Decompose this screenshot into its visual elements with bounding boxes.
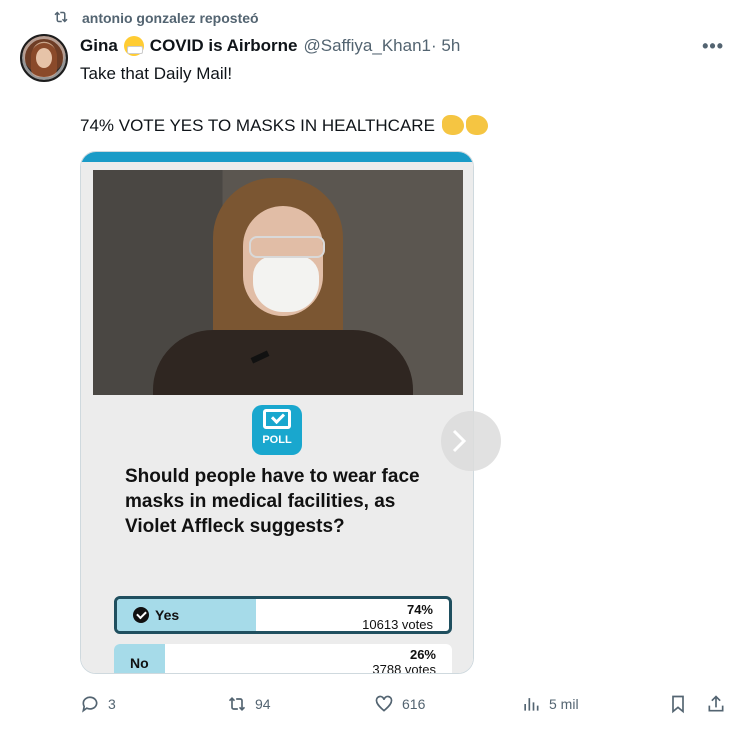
poll-option-votes: 10613 votes	[362, 617, 433, 632]
heart-icon	[375, 695, 393, 712]
repost-button[interactable]: 94	[227, 690, 271, 718]
timestamp[interactable]: · 5h	[431, 36, 460, 56]
reply-count: 3	[108, 696, 116, 712]
repost-banner[interactable]: antonio gonzalez reposteó	[52, 8, 259, 28]
tweet-text: Take that Daily Mail! 74% VOTE YES TO MA…	[80, 63, 488, 137]
poll-question: Should people have to wear face masks in…	[125, 466, 420, 537]
tweet-line-2-text: 74% VOTE YES TO MASKS IN HEALTHCARE	[80, 116, 435, 135]
repost-text: antonio gonzalez reposteó	[82, 10, 259, 26]
next-media-button[interactable]	[441, 411, 501, 471]
repost-icon	[228, 696, 246, 712]
media-card[interactable]: POLL Should people have to wear face mas…	[80, 151, 474, 674]
check-circle-icon	[133, 607, 149, 623]
like-count: 616	[402, 696, 426, 712]
poll-option-votes: 3788 votes	[372, 662, 436, 674]
repost-count: 94	[255, 696, 271, 712]
poll-option-label: Yes	[155, 607, 180, 623]
reply-button[interactable]: 3	[80, 690, 116, 718]
poll-option-label: No	[130, 655, 149, 671]
chevron-right-icon	[452, 429, 467, 453]
tweet-line-1: Take that Daily Mail!	[80, 64, 233, 83]
poll-icon-label: POLL	[262, 434, 292, 446]
views-button[interactable]: 5 mil	[521, 690, 579, 718]
share-button[interactable]	[706, 690, 726, 718]
views-count: 5 mil	[549, 696, 579, 712]
avatar[interactable]	[20, 34, 68, 82]
poll-option-percent: 26%	[409, 647, 436, 662]
clapping-hands-icon	[465, 115, 488, 135]
poll-option-percent: 74%	[406, 602, 433, 617]
mask-emoji-icon	[123, 36, 144, 56]
views-icon	[524, 698, 539, 711]
tweet-header: Gina COVID is Airborne @Saffiya_Khan1 · …	[80, 36, 460, 56]
poll-option-yes[interactable]: Yes 74% 10613 votes	[114, 596, 452, 634]
bookmark-button[interactable]	[668, 690, 688, 718]
bookmark-icon	[672, 695, 684, 714]
action-bar: 3 94 616 5 mil	[80, 690, 728, 718]
poll-frame: POLL Should people have to wear face mas…	[81, 162, 473, 674]
tweet-line-2: 74% VOTE YES TO MASKS IN HEALTHCARE	[80, 115, 488, 137]
user-handle[interactable]: @Saffiya_Khan1	[303, 36, 431, 56]
reply-icon	[82, 696, 98, 713]
poll-icon: POLL	[252, 405, 302, 455]
display-name[interactable]: Gina	[80, 36, 118, 56]
display-name-suffix[interactable]: COVID is Airborne	[150, 36, 298, 56]
speaker-photo	[93, 170, 463, 395]
like-button[interactable]: 616	[374, 690, 425, 718]
share-icon	[708, 695, 724, 712]
poll-option-no[interactable]: No 26% 3788 votes	[114, 644, 452, 674]
repost-icon	[52, 8, 70, 29]
clapping-hands-icon	[441, 115, 464, 135]
media-top-bar	[81, 152, 473, 162]
more-icon[interactable]: •••	[702, 36, 724, 57]
